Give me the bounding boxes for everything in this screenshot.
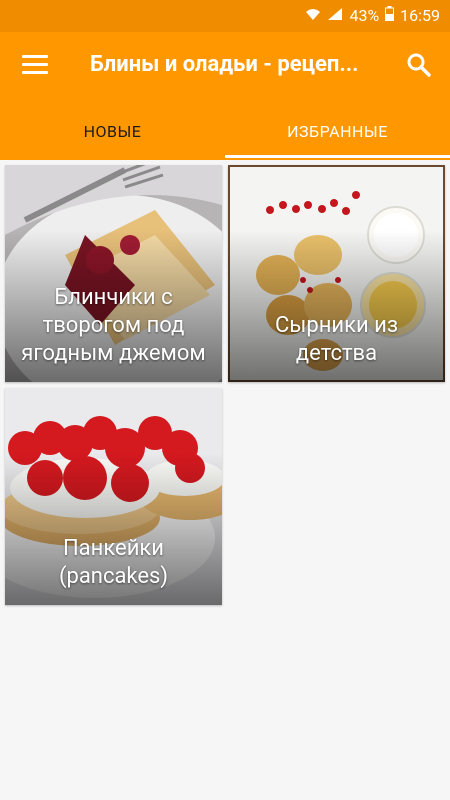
- tab-favorites[interactable]: ИЗБРАННЫЕ: [225, 102, 450, 160]
- recipe-title: Блинчики с творогом под ягодным джемом: [21, 285, 206, 366]
- signal-icon: [327, 6, 343, 25]
- app-title: Блины и оладьи - рецеп...: [90, 52, 359, 77]
- wifi-icon: [305, 6, 321, 25]
- clock: 16:59: [400, 6, 440, 25]
- tab-bar: НОВЫЕ ИЗБРАННЫЕ: [0, 102, 450, 160]
- recipe-card[interactable]: Блинчики с творогом под ягодным джемом: [5, 165, 222, 382]
- battery-icon: [385, 6, 395, 25]
- recipe-card[interactable]: Панкейки (pancakes): [5, 388, 222, 605]
- recipe-card[interactable]: Сырники из детства: [228, 165, 445, 382]
- tab-indicator: [225, 155, 450, 158]
- recipe-title: Сырники из детства: [274, 313, 399, 366]
- tab-new[interactable]: НОВЫЕ: [0, 102, 225, 160]
- recipe-title: Панкейки (pancakes): [58, 536, 169, 589]
- status-bar: 43% 16:59: [0, 0, 450, 32]
- menu-icon[interactable]: [22, 55, 48, 75]
- app-bar: Блины и оладьи - рецеп...: [0, 32, 450, 102]
- search-icon[interactable]: [406, 52, 432, 78]
- battery-percent: 43%: [349, 6, 380, 25]
